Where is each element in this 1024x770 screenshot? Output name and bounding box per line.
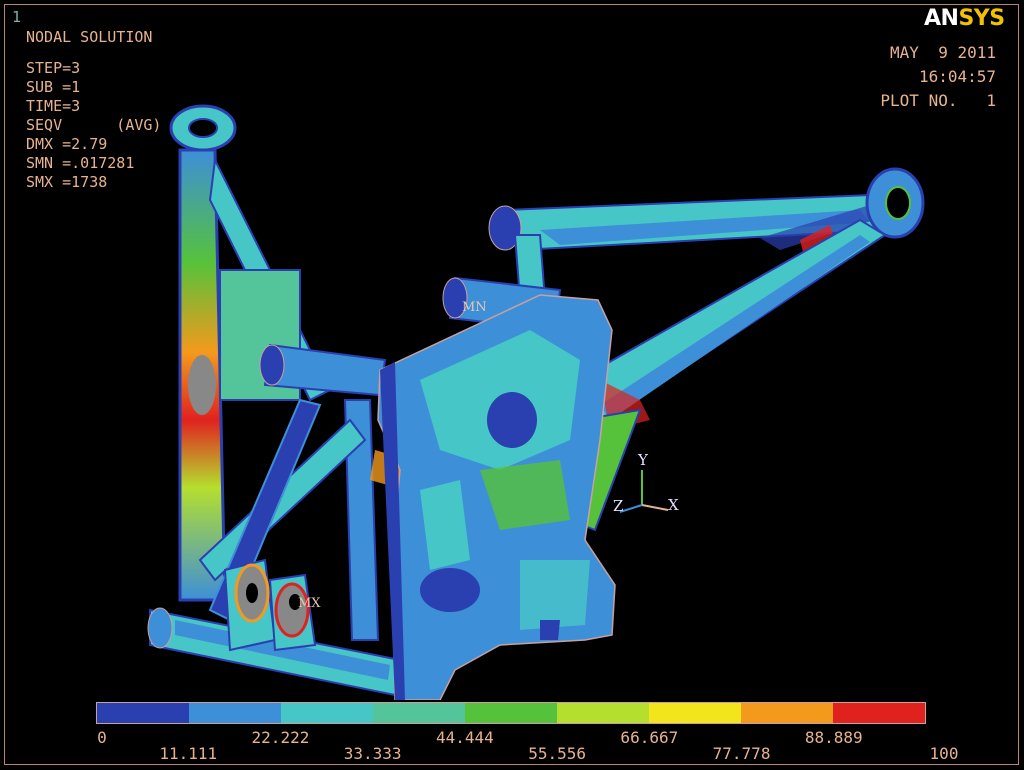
axis-x-label: X xyxy=(668,496,679,514)
contour-legend-bar xyxy=(96,702,926,724)
legend-tick-label: 100 xyxy=(929,744,959,763)
fea-model-plot[interactable] xyxy=(0,0,1024,700)
legend-tick-label: 0 xyxy=(97,728,107,747)
left-eye-mount xyxy=(169,104,237,152)
legend-tick-label: 55.556 xyxy=(528,744,587,763)
legend-tick-label: 33.333 xyxy=(343,744,402,763)
legend-tick-label: 11.111 xyxy=(159,744,218,763)
legend-tick-label: 88.889 xyxy=(804,728,863,747)
legend-tick-label: 44.444 xyxy=(435,728,494,747)
legend-band-0 xyxy=(97,703,189,723)
legend-band-3 xyxy=(373,703,465,723)
diagonal-arm-right xyxy=(558,218,887,532)
axis-y-label: Y xyxy=(638,451,648,469)
legend-tick-label: 66.667 xyxy=(620,728,679,747)
legend-band-8 xyxy=(833,703,925,723)
max-marker: MX xyxy=(298,596,321,611)
legend-band-5 xyxy=(557,703,649,723)
min-marker: MN xyxy=(462,300,487,315)
main-mounting-plate xyxy=(377,294,616,700)
legend-band-7 xyxy=(741,703,833,723)
coordinate-triad xyxy=(619,470,669,513)
legend-band-4 xyxy=(465,703,557,723)
legend-band-2 xyxy=(281,703,373,723)
legend-tick-label: 22.222 xyxy=(251,728,310,747)
legend-band-6 xyxy=(649,703,741,723)
legend-band-1 xyxy=(189,703,281,723)
graphics-viewport[interactable]: 1 NODAL SOLUTION STEP=3 SUB =1 TIME=3 SE… xyxy=(0,0,1024,770)
legend-tick-label: 77.778 xyxy=(712,744,771,763)
axis-z-label: Z xyxy=(613,497,624,515)
